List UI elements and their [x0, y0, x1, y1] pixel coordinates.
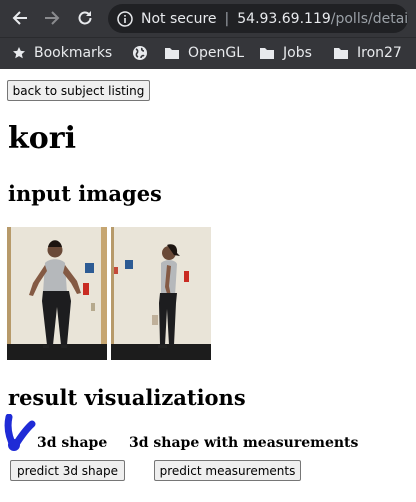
back-icon[interactable]: [9, 7, 31, 29]
bookmark-globe[interactable]: [132, 43, 156, 63]
browser-toolbar: Not secure | 54.93.69.119/polls/detail/1…: [0, 0, 416, 37]
page-title: kori: [8, 121, 76, 156]
input-image-side: [111, 227, 211, 360]
bookmark-bookmarks[interactable]: Bookmarks: [12, 43, 112, 63]
bookmark-label: Jobs: [283, 45, 312, 61]
folder-icon: [164, 46, 180, 60]
shape-label: 3d shape: [37, 435, 108, 451]
address-bar[interactable]: Not secure | 54.93.69.119/polls/detail/1…: [108, 4, 408, 33]
bookmark-iron27[interactable]: Iron27: [333, 43, 402, 63]
input-images-heading: input images: [8, 181, 162, 206]
input-image-front: [7, 227, 107, 360]
info-icon[interactable]: [117, 10, 133, 27]
star-icon: [12, 46, 26, 60]
globe-icon: [132, 45, 148, 61]
reload-icon[interactable]: [74, 7, 96, 29]
result-visualizations-heading: result visualizations: [8, 385, 246, 410]
bookmark-jobs[interactable]: Jobs: [259, 43, 312, 63]
forward-icon[interactable]: [41, 7, 63, 29]
folder-icon: [333, 46, 349, 60]
shape-measurements-label: 3d shape with measurements: [129, 435, 359, 451]
folder-icon: [259, 46, 275, 60]
predict-3d-shape-button[interactable]: predict 3d shape: [10, 460, 125, 481]
url-path: /polls/detail/1/: [330, 10, 408, 27]
bookmark-label: Bookmarks: [34, 45, 113, 61]
blue-annotation-mark: [4, 414, 36, 451]
predict-measurements-button[interactable]: predict measurements: [154, 460, 301, 481]
url-host: 54.93.69.119: [237, 10, 331, 27]
bookmark-label: Iron27: [357, 45, 402, 61]
bookmark-opengl[interactable]: OpenGL: [164, 43, 244, 63]
separator: |: [224, 10, 230, 27]
bookmark-label: OpenGL: [188, 45, 245, 61]
security-label: Not secure: [141, 10, 217, 27]
back-to-listing-button[interactable]: back to subject listing: [7, 80, 150, 101]
bookmarks-bar: Bookmarks OpenGL Jobs Iron27: [0, 37, 416, 69]
